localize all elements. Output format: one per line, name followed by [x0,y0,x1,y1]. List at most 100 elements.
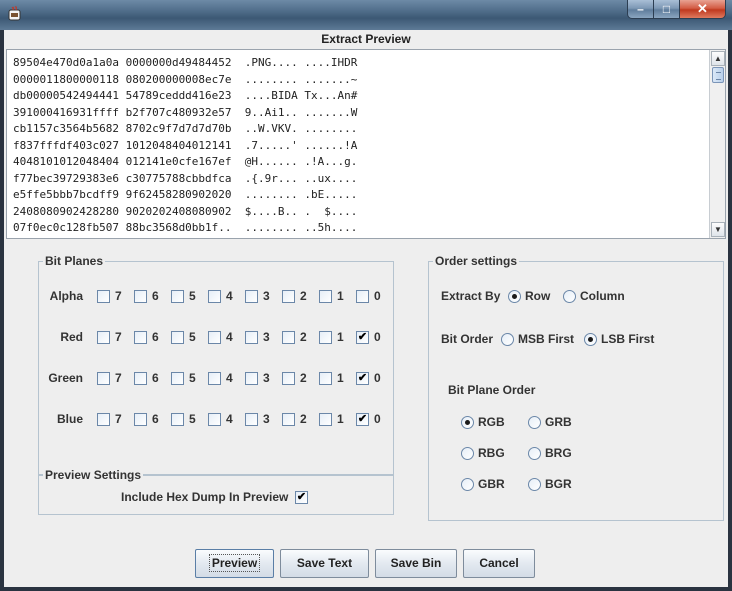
plane-order-rbg-radio-label: RBG [478,446,505,460]
bit-number-label: 5 [189,289,196,303]
plane-order-rbg-radio[interactable] [461,447,474,460]
preview-scrollbar[interactable]: ▲ ▼ [709,50,725,238]
preview-textarea[interactable]: 89504e470d0a1a0a 0000000d49484452 .PNG..… [6,49,726,239]
hex-line: e5ffe5bbb7bcdff9 9f62458280902020 ......… [13,188,358,201]
bit-checkbox-green-4[interactable] [208,372,221,385]
bit-checkbox-alpha-6[interactable] [134,290,147,303]
bit-checkbox-green-6[interactable] [134,372,147,385]
bit-checkbox-blue-7[interactable] [97,413,110,426]
save-bin-button[interactable]: Save Bin [375,549,457,578]
hex-dump-text: 89504e470d0a1a0a 0000000d49484452 .PNG..… [13,55,357,237]
plane-order-brg-radio[interactable] [528,447,541,460]
plane-order-bgr-radio-label: BGR [545,477,572,491]
dialog-client: Extract Preview 89504e470d0a1a0a 0000000… [4,30,728,587]
bit-checkbox-alpha-2[interactable] [282,290,295,303]
bit-checkbox-alpha-4[interactable] [208,290,221,303]
bit-checkbox-red-2[interactable] [282,331,295,344]
extract-by-row-radio[interactable] [508,290,521,303]
hex-line: 07f0ec0c128fb507 88bc3568d0bb1f.. ......… [13,221,358,234]
bit-row-label-green: Green [48,371,83,385]
bit-checkbox-red-3[interactable] [245,331,258,344]
bit-number-label: 7 [115,289,122,303]
hex-line: 391000416931ffff b2f707c480932e57 9..Ai1… [13,105,358,119]
save-text-button[interactable]: Save Text [280,549,369,578]
bit-number-label: 6 [152,412,159,426]
hex-line: db00000542494441 54789ceddd416e23 ....BI… [13,89,358,102]
bit-number-label: 6 [152,371,159,385]
maximize-button[interactable]: □ [654,0,680,19]
bit-number-label: 5 [189,330,196,344]
bit-number-label: 1 [337,412,344,426]
save-bin-button-label: Save Bin [390,556,442,570]
java-cup-icon [8,6,21,21]
bit-checkbox-red-1[interactable] [319,331,332,344]
plane-order-gbr-radio-label: GBR [478,477,505,491]
bit-checkbox-blue-1[interactable] [319,413,332,426]
bit-checkbox-blue-5[interactable] [171,413,184,426]
bit-checkbox-red-5[interactable] [171,331,184,344]
bit-number-label: 1 [337,289,344,303]
hex-line: 2408080902428280 9020202408080902 $....B… [13,204,358,218]
hex-dump-checkbox[interactable]: ✔ [295,491,308,504]
plane-order-grb-radio[interactable] [528,416,541,429]
bit-checkbox-blue-3[interactable] [245,413,258,426]
bit-number-label: 4 [226,371,233,385]
bit-checkbox-blue-2[interactable] [282,413,295,426]
minimize-button[interactable]: – [627,0,654,19]
close-button[interactable]: ✕ [680,0,726,19]
bit-checkbox-red-0[interactable]: ✔ [356,331,369,344]
bit-checkbox-blue-6[interactable] [134,413,147,426]
bit-number-label: 5 [189,412,196,426]
bit-checkbox-red-7[interactable] [97,331,110,344]
bit-checkbox-green-7[interactable] [97,372,110,385]
plane-order-rgb-radio[interactable] [461,416,474,429]
extract-by-column-radio[interactable] [563,290,576,303]
bit-checkbox-blue-0[interactable]: ✔ [356,413,369,426]
bit-row-label-blue: Blue [56,412,83,426]
bit-checkbox-red-4[interactable] [208,331,221,344]
bit-number-label: 2 [300,371,307,385]
bit-checkbox-alpha-3[interactable] [245,290,258,303]
cancel-button[interactable]: Cancel [463,549,535,578]
bit-checkbox-alpha-1[interactable] [319,290,332,303]
extract-by-row-radio-label: Row [525,289,551,303]
bit-number-label: 3 [263,371,270,385]
bit-number-label: 7 [115,412,122,426]
bit-number-label: 1 [337,330,344,344]
save-text-button-label: Save Text [296,556,353,570]
bit-checkbox-blue-4[interactable] [208,413,221,426]
bit-number-label: 3 [263,289,270,303]
bit-checkbox-green-3[interactable] [245,372,258,385]
bit-number-label: 4 [226,330,233,344]
bit-checkbox-green-5[interactable] [171,372,184,385]
bit-number-label: 2 [300,289,307,303]
scroll-up-icon[interactable]: ▲ [711,51,725,66]
bit-checkbox-alpha-5[interactable] [171,290,184,303]
scroll-thumb[interactable] [712,67,724,83]
extract-by-label: Extract By [441,289,501,303]
bit-number-label: 7 [115,371,122,385]
bit-number-label: 0 [374,289,381,303]
hex-line: f837fffdf403c027 1012048404012141 .7....… [13,138,358,152]
scroll-down-icon[interactable]: ▼ [711,222,725,237]
bit-checkbox-green-1[interactable] [319,372,332,385]
plane-order-gbr-radio[interactable] [461,478,474,491]
preview-settings-group: Preview Settings Include Hex Dump In Pre… [38,468,394,515]
bit-order-lsb-first-radio[interactable] [584,333,597,346]
bit-checkbox-green-0[interactable]: ✔ [356,372,369,385]
bit-checkbox-green-2[interactable] [282,372,295,385]
hex-line: 4048101012048404 012141e0cfe167ef @H....… [13,155,358,168]
bit-number-label: 6 [152,330,159,344]
bit-planes-group: Bit Planes Alpha 7 6 5 4 3 2 1 0 Red 7 6 5 4 3 2 1 ✔ 0 Gree… [38,254,394,475]
bit-number-label: 0 [374,412,381,426]
bit-checkbox-red-6[interactable] [134,331,147,344]
order-settings-group: Order settings Extract By Row Column Bit … [428,254,724,521]
bit-number-label: 2 [300,412,307,426]
bit-number-label: 2 [300,330,307,344]
bit-checkbox-alpha-0[interactable] [356,290,369,303]
plane-order-bgr-radio[interactable] [528,478,541,491]
bit-order-msb-first-radio[interactable] [501,333,514,346]
bit-number-label: 7 [115,330,122,344]
bit-checkbox-alpha-7[interactable] [97,290,110,303]
preview-button[interactable]: Preview [195,549,274,578]
